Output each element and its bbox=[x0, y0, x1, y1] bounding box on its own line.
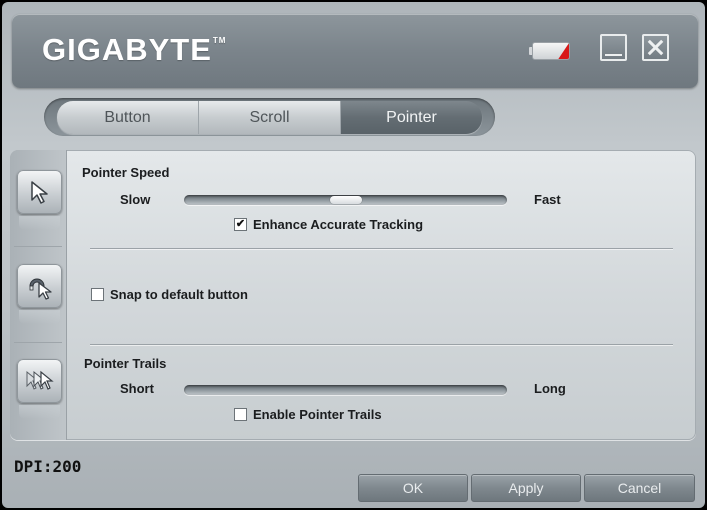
title-bar: GIGABYTETM bbox=[12, 14, 698, 88]
side-divider bbox=[14, 246, 62, 247]
minimize-icon[interactable] bbox=[600, 34, 627, 61]
trails-max-label: Long bbox=[534, 381, 566, 396]
section-divider bbox=[90, 344, 673, 345]
side-divider bbox=[14, 342, 62, 343]
enable-trails-label: Enable Pointer Trails bbox=[253, 407, 382, 422]
pointer-trails-slider[interactable] bbox=[184, 385, 507, 395]
snap-default-label: Snap to default button bbox=[110, 287, 248, 302]
enhance-tracking-option[interactable]: ✔ Enhance Accurate Tracking bbox=[234, 217, 423, 232]
trails-min-label: Short bbox=[120, 381, 154, 396]
cancel-button[interactable]: Cancel bbox=[584, 474, 695, 502]
logo-text: GIGABYTE bbox=[42, 32, 212, 67]
enable-trails-checkbox[interactable] bbox=[234, 408, 247, 421]
magnet-cursor-icon bbox=[17, 264, 62, 324]
section-divider bbox=[90, 248, 673, 249]
tab-bar: Button Scroll Pointer bbox=[57, 101, 482, 134]
enhance-tracking-checkbox[interactable]: ✔ bbox=[234, 218, 247, 231]
close-icon[interactable] bbox=[642, 34, 669, 61]
ok-button[interactable]: OK bbox=[358, 474, 468, 502]
speed-max-label: Fast bbox=[534, 192, 561, 207]
pointer-speed-title: Pointer Speed bbox=[82, 165, 170, 180]
pointer-speed-slider-thumb[interactable] bbox=[329, 196, 362, 204]
snap-default-checkbox[interactable] bbox=[91, 288, 104, 301]
pointer-trails-title: Pointer Trails bbox=[84, 356, 167, 371]
tab-scroll[interactable]: Scroll bbox=[199, 101, 341, 134]
cursor-trails-icon bbox=[17, 359, 62, 419]
apply-button[interactable]: Apply bbox=[471, 474, 581, 502]
cursor-arrow-icon bbox=[17, 170, 62, 230]
enable-trails-option[interactable]: Enable Pointer Trails bbox=[234, 407, 382, 422]
cursor-trails-glyph bbox=[26, 370, 54, 390]
logo-trademark: TM bbox=[212, 36, 227, 45]
pointer-speed-slider[interactable] bbox=[184, 195, 507, 205]
gigabyte-logo: GIGABYTETM bbox=[42, 32, 226, 68]
cursor-arrow-glyph bbox=[30, 181, 48, 204]
dpi-status: DPI:200 bbox=[14, 457, 82, 476]
tab-pointer[interactable]: Pointer bbox=[341, 101, 482, 134]
battery-icon bbox=[532, 42, 570, 60]
tab-button[interactable]: Button bbox=[57, 101, 199, 134]
magnet-cursor-glyph bbox=[28, 278, 52, 300]
enhance-tracking-label: Enhance Accurate Tracking bbox=[253, 217, 424, 232]
snap-default-option[interactable]: Snap to default button bbox=[91, 287, 248, 302]
speed-min-label: Slow bbox=[120, 192, 151, 207]
